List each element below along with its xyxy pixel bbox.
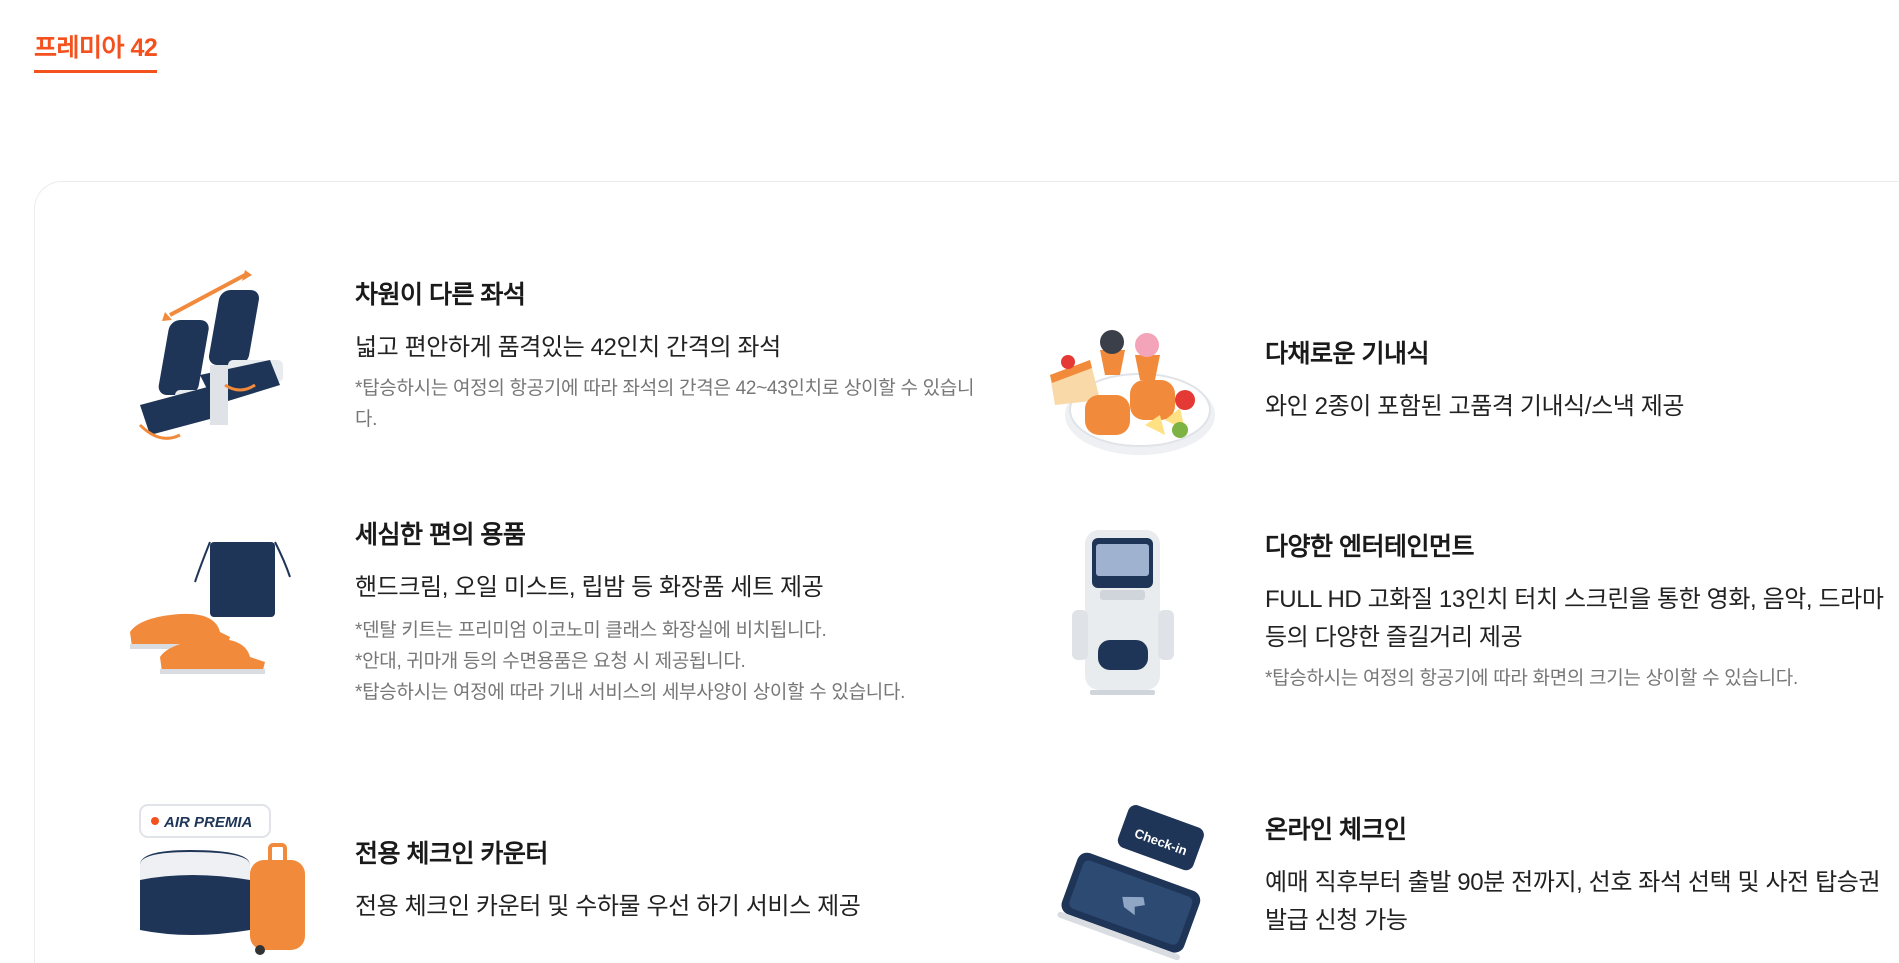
feature-desc: 넓고 편안하게 품격있는 42인치 간격의 좌석 <box>355 334 781 361</box>
feature-desc: 예매 직후부터 출발 90분 전까지, 선호 좌석 선택 및 사전 탑승권 발급… <box>1265 869 1881 934</box>
feature-entertainment: 다양한 엔터테인먼트 FULL HD 고화질 13인치 터치 스크린을 통한 영… <box>1030 520 1899 700</box>
feature-note: *덴탈 키트는 프리미엄 이코노미 클래스 화장실에 비치됩니다. <box>355 620 827 641</box>
mobile-checkin-icon: Check-in <box>1030 785 1230 963</box>
feature-desc: FULL HD 고화질 13인치 터치 스크린을 통한 영화, 음악, 드라마 … <box>1265 585 1884 651</box>
reclining-seats-icon <box>120 265 320 445</box>
feature-seat: 차원이 다른 좌석 넓고 편안하게 품격있는 42인치 간격의 좌석 *탑승하시… <box>120 265 985 445</box>
air-premia-logo-text: AIR PREMIA <box>163 814 252 831</box>
tab-premia-42[interactable]: 프레미아 42 <box>34 28 158 73</box>
feature-desc: 전용 체크인 카운터 및 수하물 우선 하기 서비스 제공 <box>355 893 861 920</box>
feature-title: 전용 체크인 카운터 <box>355 840 548 868</box>
feature-seat-text: 차원이 다른 좌석 넓고 편안하게 품격있는 42인치 간격의 좌석 *탑승하시… <box>355 275 985 435</box>
feature-meal-text: 다채로운 기내식 와인 2종이 포함된 고품격 기내식/스낵 제공 <box>1265 334 1899 426</box>
checkin-counter-icon: AIR PREMIA <box>120 790 320 963</box>
feature-note: *탑승하시는 여정에 따라 기내 서비스의 세부사양이 상이할 수 있습니다. <box>355 682 906 703</box>
feature-title: 온라인 체크인 <box>1265 816 1407 844</box>
feature-note: *탑승하시는 여정의 항공기에 따라 좌석의 간격은 42~43인치로 상이할 … <box>355 378 975 430</box>
feature-amenity-text: 세심한 편의 용품 핸드크림, 오일 미스트, 립밤 등 화장품 세트 제공 *… <box>355 515 985 708</box>
feature-checkin-counter: AIR PREMIA 전용 체크인 카운터 전용 체크인 카운터 및 수하물 우… <box>120 790 985 963</box>
seatback-screen-icon <box>1030 520 1230 700</box>
feature-title: 다양한 엔터테인먼트 <box>1265 532 1474 561</box>
feature-entertainment-text: 다양한 엔터테인먼트 FULL HD 고화질 13인치 터치 스크린을 통한 영… <box>1265 527 1899 694</box>
feature-note: *안대, 귀마개 등의 수면용품은 요청 시 제공됩니다. <box>355 651 746 672</box>
feature-online-checkin-text: 온라인 체크인 예매 직후부터 출발 90분 전까지, 선호 좌석 선택 및 사… <box>1265 810 1899 940</box>
feature-note: *탑승하시는 여정의 항공기에 따라 화면의 크기는 상이할 수 있습니다. <box>1265 667 1798 689</box>
feature-title: 세심한 편의 용품 <box>355 521 526 549</box>
meal-plate-icon <box>1030 290 1230 470</box>
feature-online-checkin: Check-in 온라인 체크인 예매 직후부터 출발 90분 전까지, 선호 … <box>1030 785 1899 963</box>
feature-title: 다채로운 기내식 <box>1265 340 1429 368</box>
feature-title: 차원이 다른 좌석 <box>355 281 526 309</box>
amenity-kit-icon <box>120 522 320 702</box>
feature-checkin-counter-text: 전용 체크인 카운터 전용 체크인 카운터 및 수하물 우선 하기 서비스 제공 <box>355 834 985 926</box>
feature-meal: 다채로운 기내식 와인 2종이 포함된 고품격 기내식/스낵 제공 <box>1030 290 1899 470</box>
feature-amenity: 세심한 편의 용품 핸드크림, 오일 미스트, 립밤 등 화장품 세트 제공 *… <box>120 515 985 708</box>
feature-desc: 와인 2종이 포함된 고품격 기내식/스낵 제공 <box>1265 393 1685 420</box>
feature-desc: 핸드크림, 오일 미스트, 립밤 등 화장품 세트 제공 <box>355 574 824 601</box>
